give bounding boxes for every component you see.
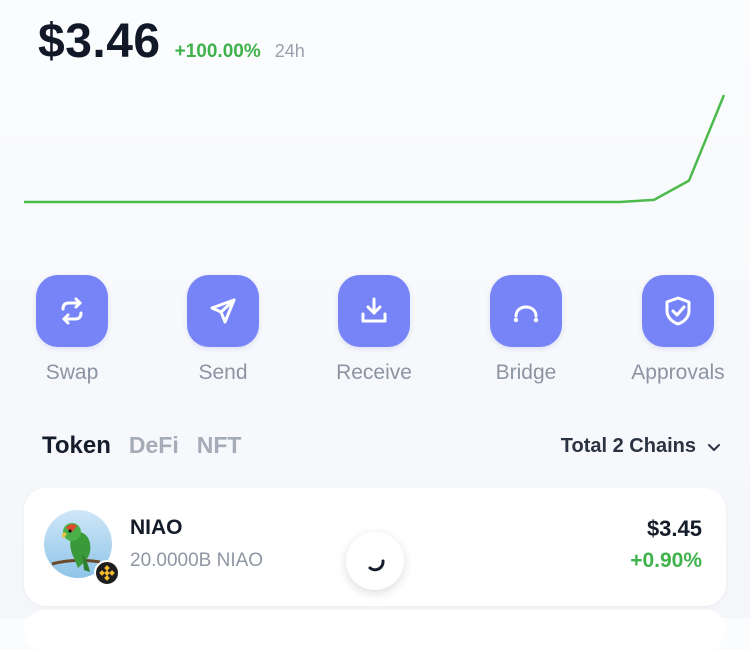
token-avatar [44, 510, 120, 586]
token-row-next [24, 610, 726, 650]
balance-change: +100.00% [174, 41, 261, 62]
swap-icon [36, 275, 108, 347]
shield-check-icon [642, 275, 714, 347]
swap-label: Swap [45, 361, 99, 384]
bnb-chain-icon [94, 560, 120, 586]
receive-label: Receive [336, 361, 412, 384]
tab-nft[interactable]: NFT [197, 432, 242, 459]
receive-icon [338, 275, 410, 347]
approvals-label: Approvals [631, 361, 725, 384]
swap-button[interactable]: Swap [7, 275, 137, 385]
token-value: $3.45 [646, 516, 702, 541]
token-amount: 20.0000B NIAO [130, 550, 264, 571]
token-name: NIAO [130, 516, 183, 539]
chains-filter-label: Total 2 Chains [560, 435, 696, 457]
balance-period: 24h [274, 41, 305, 61]
send-label: Send [198, 361, 248, 384]
bridge-icon [490, 275, 562, 347]
chart-line [24, 94, 726, 204]
approvals-button[interactable]: Approvals [613, 275, 743, 385]
loading-spinner [346, 532, 404, 590]
send-button[interactable]: Send [158, 275, 288, 385]
send-icon [187, 275, 259, 347]
bridge-button[interactable]: Bridge [461, 275, 591, 385]
balance-value: $3.46 [38, 15, 161, 68]
spinner-icon [368, 559, 385, 572]
tab-defi[interactable]: DeFi [129, 432, 179, 459]
bridge-label: Bridge [495, 361, 557, 384]
action-bar: Swap Send Receive Bridge Approvals [0, 275, 750, 395]
chains-filter[interactable]: Total 2 Chains [561, 435, 722, 458]
token-change: +0.90% [630, 549, 702, 572]
price-chart [24, 94, 726, 204]
receive-button[interactable]: Receive [309, 275, 439, 385]
asset-tabs: Token DeFi NFT [42, 432, 241, 460]
tab-token[interactable]: Token [42, 432, 111, 460]
balance-header: $3.46 +100.00% 24h [38, 14, 305, 69]
chevron-down-icon [708, 443, 720, 451]
